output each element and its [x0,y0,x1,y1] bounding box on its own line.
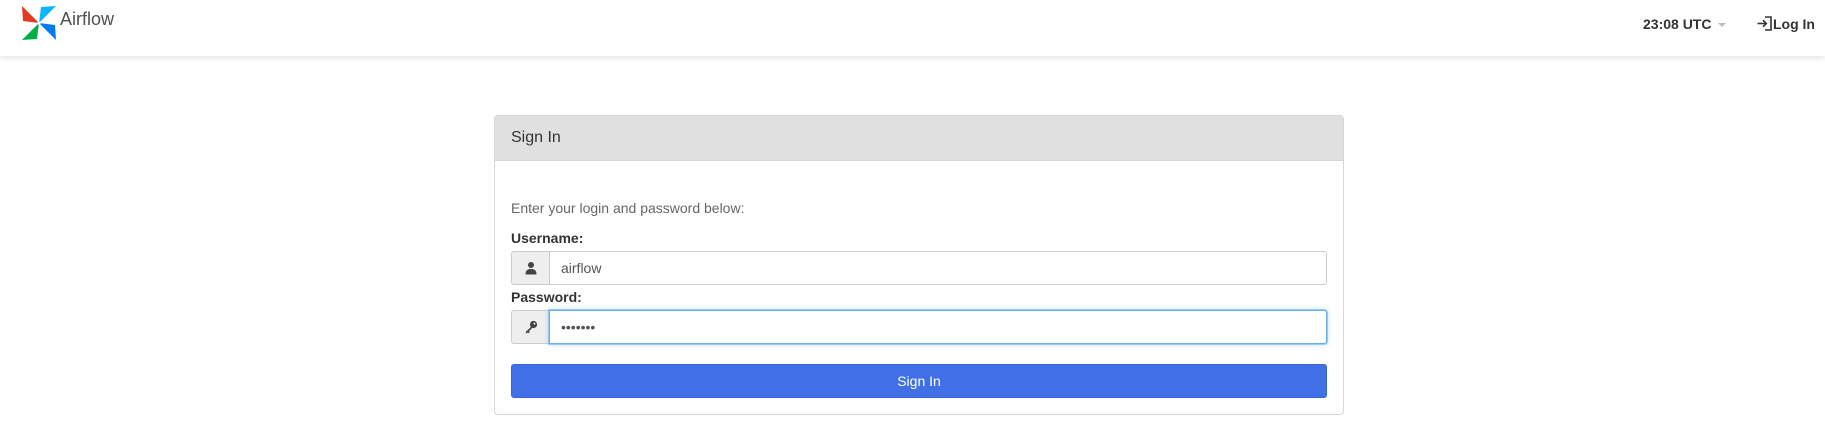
username-input[interactable] [549,251,1327,285]
utc-clock-dropdown[interactable]: 23:08 UTC [1643,16,1727,32]
panel-title: Sign In [495,116,1343,161]
password-addon [511,310,549,344]
user-icon [525,262,536,275]
clock-text: 23:08 UTC [1643,16,1712,32]
username-addon [511,251,549,285]
login-link[interactable]: Log In [1756,15,1815,32]
login-label: Log In [1773,15,1815,32]
brand-name: Airflow [60,8,115,29]
username-label: Username: [511,230,584,246]
top-navbar: Airflow 23:08 UTC Log In [0,0,1825,56]
sign-in-icon [1757,16,1772,31]
airflow-logo-icon [22,6,56,40]
password-input[interactable] [549,310,1327,344]
sign-in-button[interactable]: Sign In [511,364,1327,398]
password-input-group [511,310,1327,344]
password-label: Password: [511,289,582,305]
chevron-down-icon [1718,23,1727,27]
key-icon [525,320,537,334]
signin-panel: Sign In Enter your login and password be… [494,115,1344,415]
username-input-group [511,251,1327,285]
brand-home-link[interactable]: Airflow [20,4,114,42]
login-instructions: Enter your login and password below: [511,200,745,216]
